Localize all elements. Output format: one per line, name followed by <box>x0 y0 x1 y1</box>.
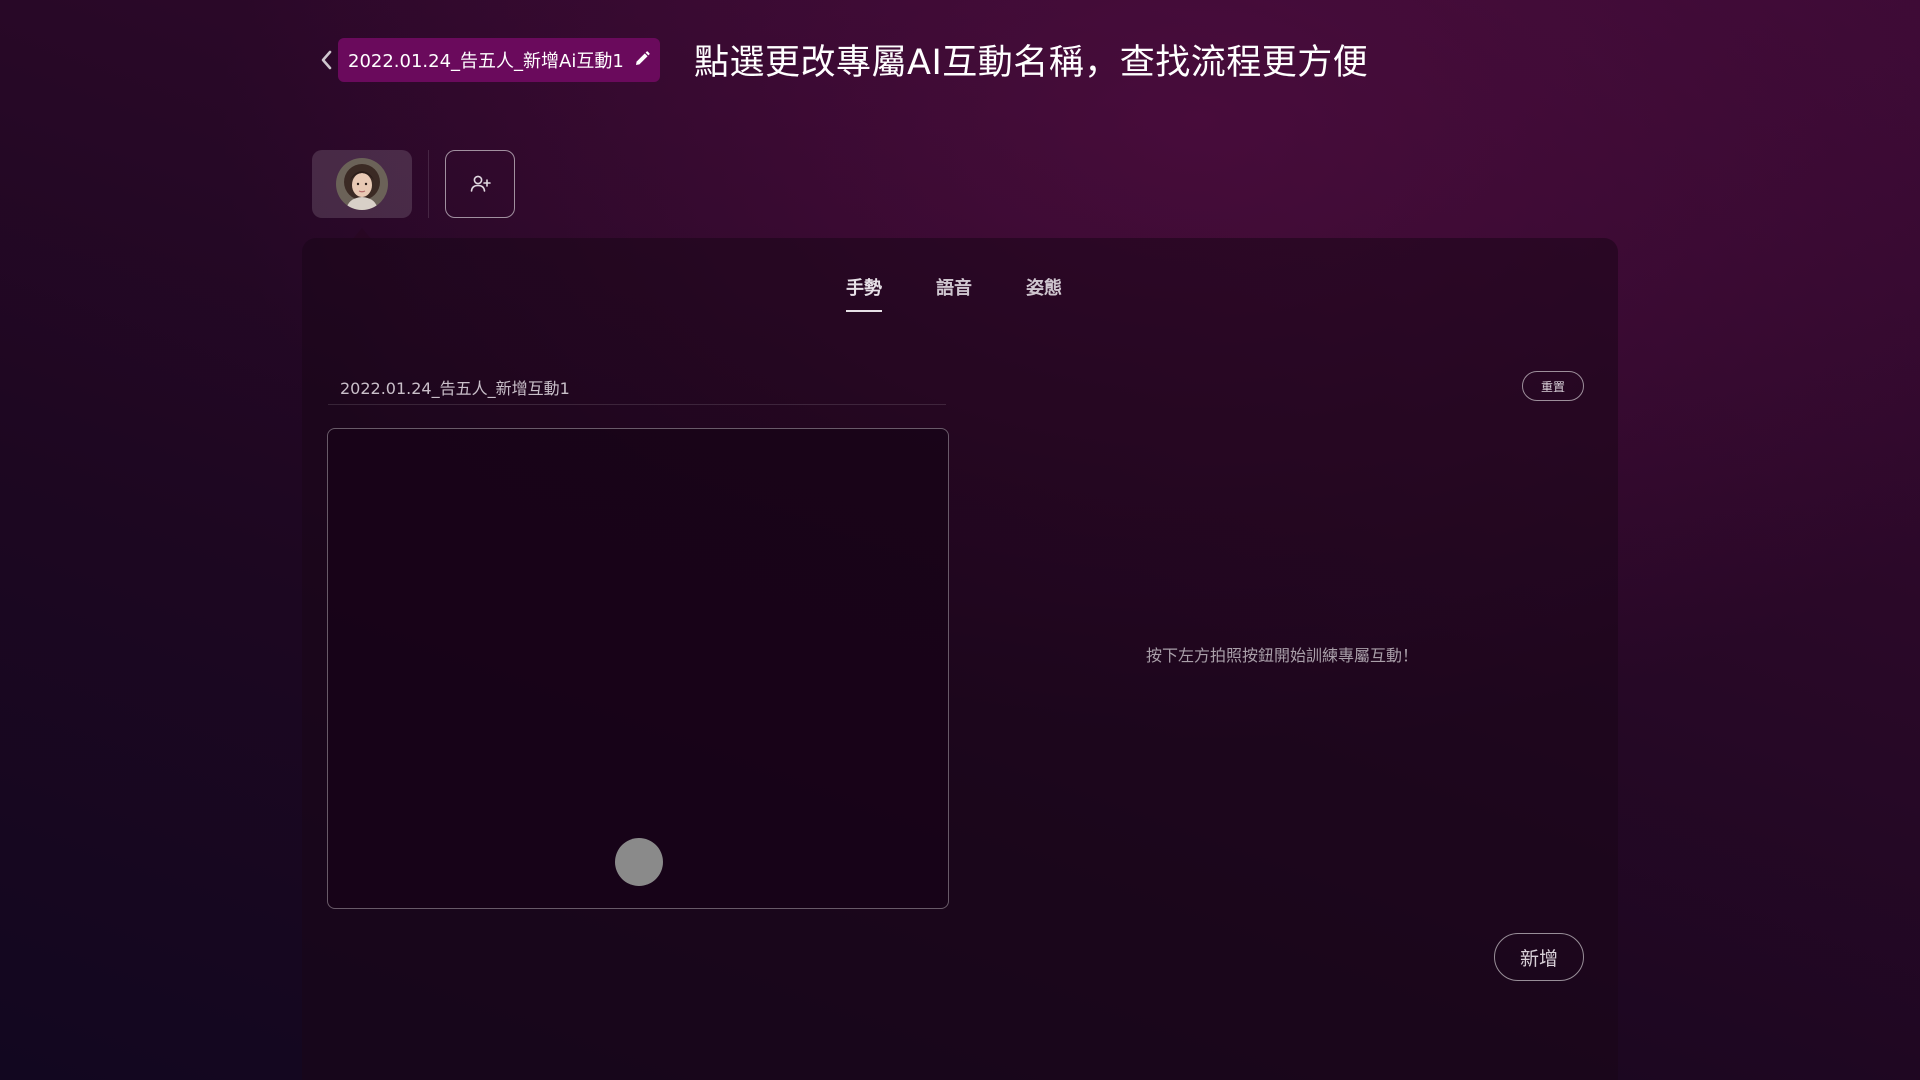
tab-gesture[interactable]: 手勢 <box>846 274 882 312</box>
pencil-icon[interactable] <box>633 50 651 68</box>
avatar <box>336 158 388 210</box>
mode-tabs: 手勢 語音 姿態 <box>846 274 1062 312</box>
interaction-name[interactable]: 2022.01.24_告五人_新增Ai互動1 <box>348 47 624 73</box>
record-name-field[interactable]: 2022.01.24_告五人_新增互動1 <box>340 375 570 399</box>
chevron-left-icon[interactable] <box>316 46 336 74</box>
record-name-underline <box>328 404 946 405</box>
user-plus-icon <box>470 175 491 192</box>
camera-preview <box>327 428 949 909</box>
reset-button[interactable]: 重置 <box>1522 371 1584 401</box>
tab-voice[interactable]: 語音 <box>936 274 972 312</box>
rename-hint-title: 點選更改專屬AI互動名稱，查找流程更方便 <box>694 43 1369 83</box>
add-button[interactable]: 新增 <box>1494 933 1584 981</box>
character-tile[interactable] <box>312 150 412 218</box>
empty-state-hint: 按下左方拍照按鈕開始訓練專屬互動！ <box>1146 646 1419 665</box>
tab-pose[interactable]: 姿態 <box>1026 274 1062 312</box>
divider <box>428 150 429 218</box>
interaction-name-chip[interactable]: 2022.01.24_告五人_新增Ai互動1 <box>338 38 660 82</box>
shutter-button[interactable] <box>615 838 663 886</box>
add-character-button[interactable] <box>445 150 515 218</box>
